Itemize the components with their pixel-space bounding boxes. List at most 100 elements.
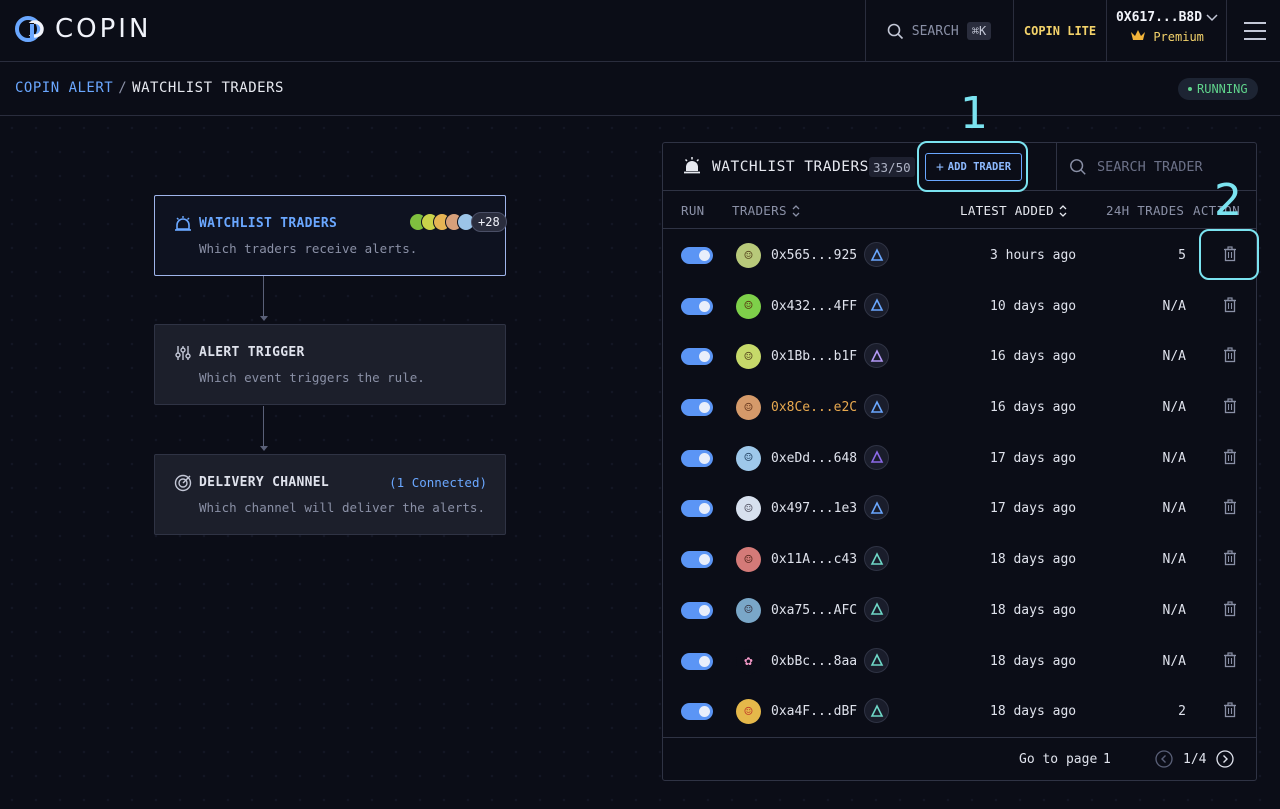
- latest-added: 18 days ago: [990, 552, 1077, 568]
- trash-icon[interactable]: [1222, 347, 1238, 363]
- trader-address[interactable]: 0xeDd...648: [771, 451, 857, 466]
- trader-address[interactable]: 0x497...1e3: [771, 501, 857, 516]
- latest-added: 3 hours ago: [990, 248, 1077, 263]
- annotation-box-2: [1199, 229, 1259, 280]
- copin-logo-icon: [15, 16, 44, 42]
- search-trader-input[interactable]: [1097, 159, 1256, 175]
- trader-avatar-stack: +28: [409, 212, 507, 232]
- breadcrumb-parent-link[interactable]: COPIN ALERT: [15, 80, 113, 96]
- table-header: RUN TRADERS LATEST ADDED 24H TRADES ACTI…: [663, 191, 1256, 229]
- wallet-menu[interactable]: 0X617...B8D Premium: [1108, 10, 1226, 54]
- run-toggle[interactable]: [681, 601, 713, 619]
- protocol-icon: [864, 343, 889, 369]
- protocol-icon: [864, 596, 889, 622]
- breadcrumb-separator: /: [118, 80, 128, 96]
- column-header-latest-added[interactable]: LATEST ADDED: [960, 203, 1068, 218]
- table-row[interactable]: ☺ 0x497...1e3 17 days ago N/A: [663, 483, 1256, 534]
- run-toggle[interactable]: [681, 703, 713, 721]
- run-toggle[interactable]: [681, 551, 713, 569]
- avatar[interactable]: ☺: [736, 395, 761, 421]
- trades-24h: N/A: [1162, 349, 1186, 365]
- table-row[interactable]: ☺ 0xa75...AFC 18 days ago N/A: [663, 585, 1256, 636]
- sort-icon: [1059, 204, 1067, 217]
- trash-icon[interactable]: [1222, 449, 1238, 465]
- run-toggle[interactable]: [681, 348, 713, 366]
- arrow-down-icon: [260, 446, 268, 451]
- next-page-icon[interactable]: [1216, 750, 1234, 768]
- avatar[interactable]: ☺: [736, 243, 761, 268]
- status-dot: [1188, 87, 1192, 91]
- search-shortcut: ⌘K: [966, 22, 992, 40]
- run-toggle[interactable]: [681, 500, 713, 518]
- trades-24h: N/A: [1162, 501, 1186, 517]
- trash-icon[interactable]: [1222, 651, 1238, 668]
- avatar[interactable]: ☺: [736, 496, 761, 522]
- avatar[interactable]: ☺: [736, 699, 761, 725]
- status-badge: RUNNING: [1178, 78, 1258, 100]
- trader-list: ☺ 0x565...925 3 hours ago 5 ☺ 0x432...4FF 10 d…: [663, 230, 1256, 737]
- avatar[interactable]: ☺: [736, 445, 761, 471]
- card-description: Which channel will deliver the alerts.: [199, 500, 485, 515]
- table-row[interactable]: ☺ 0x11A...c43 18 days ago N/A: [663, 534, 1256, 585]
- trader-address[interactable]: 0xa75...AFC: [771, 603, 857, 618]
- run-toggle[interactable]: [681, 247, 713, 264]
- table-row[interactable]: ☺ 0x565...925 3 hours ago 5: [663, 230, 1256, 281]
- alert-trigger-card[interactable]: ALERT TRIGGER Which event triggers the r…: [154, 324, 506, 405]
- trash-icon[interactable]: [1222, 702, 1238, 718]
- latest-added: 18 days ago: [990, 602, 1077, 618]
- latest-added: 17 days ago: [990, 501, 1077, 517]
- trader-address[interactable]: 0xbBc...8aa: [771, 654, 857, 669]
- trash-icon[interactable]: [1222, 499, 1238, 515]
- logo-text: COPIN: [55, 14, 152, 44]
- trades-24h: N/A: [1162, 602, 1186, 618]
- trades-24h: N/A: [1162, 450, 1186, 466]
- trader-address[interactable]: 0x8Ce...e2C: [771, 400, 857, 415]
- logo[interactable]: COPIN: [15, 14, 151, 44]
- delivery-channel-card[interactable]: DELIVERY CHANNEL Which channel will deli…: [154, 454, 506, 535]
- table-row[interactable]: ☺ 0x1Bb...b1F 16 days ago N/A: [663, 331, 1256, 382]
- trash-icon[interactable]: [1222, 398, 1238, 414]
- table-row[interactable]: ☺ 0xeDd...648 17 days ago N/A: [663, 433, 1256, 484]
- run-toggle[interactable]: [681, 652, 713, 670]
- search-icon: [1070, 159, 1086, 175]
- card-title: WATCHLIST TRADERS: [199, 216, 338, 231]
- trash-icon[interactable]: [1222, 550, 1238, 566]
- trader-address[interactable]: 0x565...925: [771, 248, 857, 263]
- global-search-button[interactable]: SEARCH ⌘K: [866, 0, 1012, 62]
- table-row[interactable]: ✿ 0xbBc...8aa 18 days ago N/A: [663, 636, 1256, 687]
- previous-page-icon[interactable]: [1155, 750, 1173, 768]
- avatar[interactable]: ✿: [736, 648, 761, 674]
- table-row[interactable]: ☺ 0x432...4FF 10 days ago N/A: [663, 281, 1256, 332]
- trades-24h: N/A: [1162, 552, 1186, 568]
- avatar[interactable]: ☺: [736, 344, 761, 370]
- trash-icon[interactable]: [1222, 601, 1238, 617]
- trades-24h: N/A: [1162, 400, 1186, 416]
- avatar[interactable]: ☺: [736, 547, 761, 573]
- annotation-box-1: [917, 141, 1028, 192]
- table-row[interactable]: ☺ 0x8Ce...e2C 16 days ago N/A: [663, 382, 1256, 433]
- trader-address[interactable]: 0x1Bb...b1F: [771, 349, 857, 364]
- flow-connector: [263, 406, 264, 446]
- column-header-24h-trades: 24H TRADES: [1106, 203, 1185, 218]
- avatar[interactable]: ☺: [736, 597, 761, 623]
- trader-address[interactable]: 0x11A...c43: [771, 552, 857, 567]
- copin-lite-link[interactable]: COPIN LITE: [1014, 0, 1106, 62]
- search-label: SEARCH: [911, 23, 959, 39]
- page-number-input[interactable]: 1: [1103, 752, 1133, 767]
- go-to-page-label: Go to page: [1019, 752, 1098, 767]
- trader-address[interactable]: 0x432...4FF: [771, 299, 857, 314]
- watchlist-traders-card[interactable]: WATCHLIST TRADERS Which traders receive …: [154, 195, 507, 276]
- trader-address[interactable]: 0xa4F...dBF: [771, 704, 857, 719]
- arrow-down-icon: [260, 316, 268, 321]
- trash-icon[interactable]: [1222, 297, 1238, 313]
- latest-added: 16 days ago: [990, 349, 1077, 365]
- run-toggle[interactable]: [681, 449, 713, 467]
- alarm-bell-icon: [175, 216, 191, 231]
- column-header-traders[interactable]: TRADERS: [732, 203, 801, 218]
- table-row[interactable]: ☺ 0xa4F...dBF 18 days ago 2: [663, 686, 1256, 737]
- run-toggle[interactable]: [681, 399, 713, 417]
- avatar[interactable]: ☺: [736, 293, 761, 319]
- hamburger-menu-icon[interactable]: [1230, 14, 1280, 48]
- search-icon: [887, 23, 903, 39]
- run-toggle[interactable]: [681, 297, 713, 315]
